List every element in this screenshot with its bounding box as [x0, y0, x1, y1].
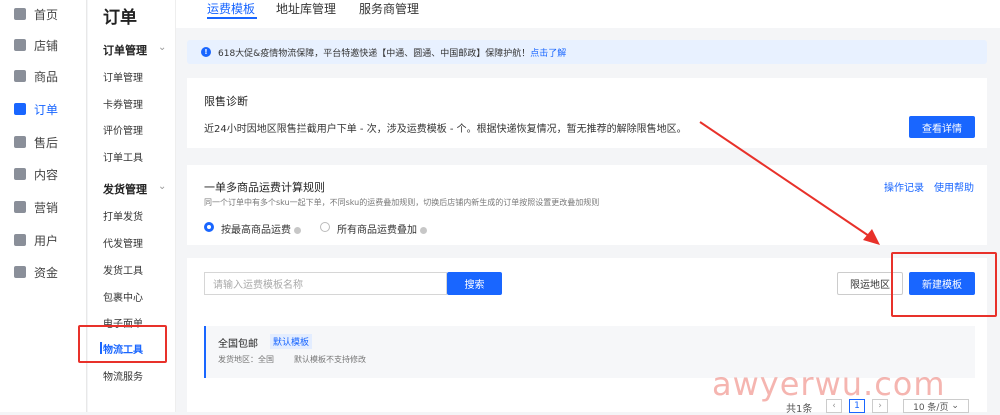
annotation-arrow [699, 121, 880, 245]
watermark: awyerwu.com [712, 365, 946, 403]
chevron-down-icon: ⌄ [951, 401, 959, 411]
